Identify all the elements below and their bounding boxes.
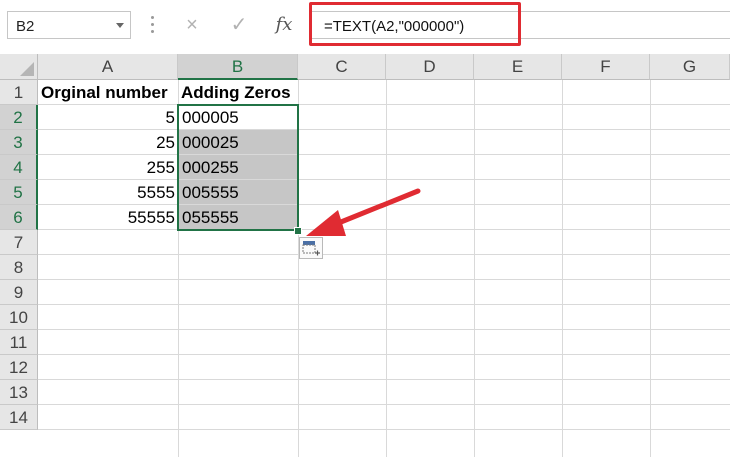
fill-handle[interactable] xyxy=(294,227,302,235)
gridline xyxy=(38,279,730,280)
gridline xyxy=(386,80,387,457)
row-header-5[interactable]: 5 xyxy=(0,180,38,205)
cancel-icon[interactable]: × xyxy=(174,11,210,39)
row-header-10[interactable]: 10 xyxy=(0,305,38,330)
worksheet-grid[interactable]: A B C D E F G 1 2 3 4 5 6 7 8 9 10 11 12… xyxy=(0,54,730,457)
row-header-14[interactable]: 14 xyxy=(0,405,38,430)
gridline xyxy=(38,254,730,255)
enter-icon[interactable]: ✓ xyxy=(221,11,257,39)
row-header-6[interactable]: 6 xyxy=(0,205,38,230)
cell-b1[interactable]: Adding Zeros xyxy=(178,80,298,105)
column-header-c[interactable]: C xyxy=(298,54,386,80)
column-header-a[interactable]: A xyxy=(38,54,178,80)
column-header-d[interactable]: D xyxy=(386,54,474,80)
gridline xyxy=(38,379,730,380)
formula-highlight-box xyxy=(309,2,521,46)
paste-options-button[interactable] xyxy=(299,237,323,259)
select-all-button[interactable] xyxy=(0,54,38,80)
row-header-12[interactable]: 12 xyxy=(0,355,38,380)
gridline xyxy=(38,329,730,330)
column-header-f[interactable]: F xyxy=(562,54,650,80)
row-header-13[interactable]: 13 xyxy=(0,380,38,405)
row-header-11[interactable]: 11 xyxy=(0,330,38,355)
column-header-g[interactable]: G xyxy=(650,54,730,80)
column-header-e[interactable]: E xyxy=(474,54,562,80)
cell-a3[interactable]: 25 xyxy=(38,130,178,155)
formula-bar: B2 × ✓ fx =TEXT(A2,"000000") xyxy=(0,0,730,55)
row-header-2[interactable]: 2 xyxy=(0,105,38,130)
cell-a2[interactable]: 5 xyxy=(38,105,178,130)
row-header-9[interactable]: 9 xyxy=(0,280,38,305)
row-header-4[interactable]: 4 xyxy=(0,155,38,180)
cell-a1[interactable]: Orginal number xyxy=(38,80,178,105)
selection-border xyxy=(177,104,299,231)
gridline xyxy=(38,304,730,305)
row-header-1[interactable]: 1 xyxy=(0,80,38,105)
gridline xyxy=(474,80,475,457)
formula-bar-grip-icon[interactable] xyxy=(151,16,155,34)
name-box[interactable]: B2 xyxy=(7,11,131,39)
cell-a5[interactable]: 5555 xyxy=(38,180,178,205)
insert-function-icon[interactable]: fx xyxy=(266,11,302,39)
gridline xyxy=(38,404,730,405)
name-box-value: B2 xyxy=(16,18,35,35)
gridline xyxy=(562,80,563,457)
gridline xyxy=(38,354,730,355)
row-header-3[interactable]: 3 xyxy=(0,130,38,155)
column-header-b[interactable]: B xyxy=(178,54,298,80)
row-header-7[interactable]: 7 xyxy=(0,230,38,255)
row-header-8[interactable]: 8 xyxy=(0,255,38,280)
excel-window: B2 × ✓ fx =TEXT(A2,"000000") A B C D E F… xyxy=(0,0,730,457)
gridline xyxy=(650,80,651,457)
name-box-dropdown-icon[interactable] xyxy=(116,23,124,28)
cell-a4[interactable]: 255 xyxy=(38,155,178,180)
cell-a6[interactable]: 55555 xyxy=(38,205,178,230)
select-all-triangle-icon xyxy=(20,62,34,76)
gridline xyxy=(38,429,730,430)
paste-options-icon xyxy=(302,241,320,256)
